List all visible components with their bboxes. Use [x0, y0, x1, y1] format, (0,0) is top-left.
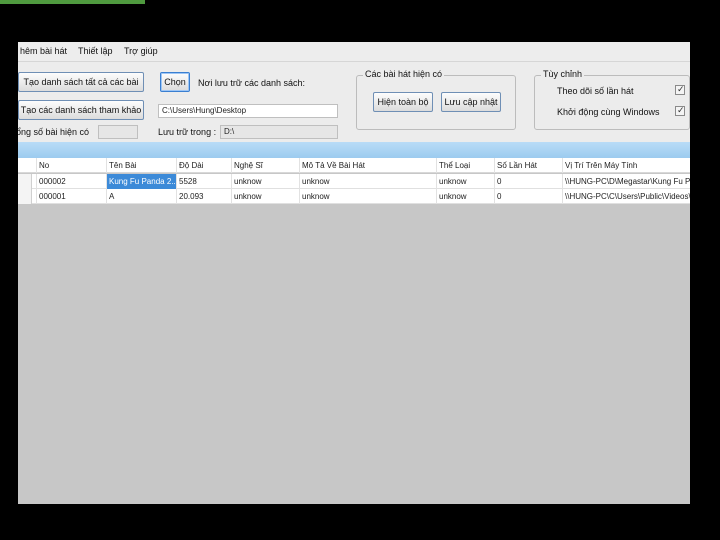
column-header[interactable]: Mô Tả Về Bài Hát: [299, 158, 436, 173]
startup-checkbox[interactable]: [675, 105, 685, 116]
cell-length[interactable]: 5528: [176, 174, 231, 189]
cell-play-count[interactable]: 0: [494, 174, 562, 189]
cell-no[interactable]: 000002: [36, 174, 106, 189]
cell-genre[interactable]: unknow: [436, 189, 494, 204]
grid-caption-strip: [18, 142, 690, 158]
menu-bar: hêm bài hát Thiết lập Trợ giúp: [18, 42, 690, 62]
app-window: hêm bài hát Thiết lập Trợ giúp Tạo danh …: [18, 42, 690, 504]
songs-groupbox: Các bài hát hiện có Hiện toàn bộ Lưu cập…: [356, 69, 516, 130]
column-header[interactable]: Nghệ Sĩ: [231, 158, 299, 173]
cell-description[interactable]: unknow: [299, 189, 436, 204]
cell-play-count[interactable]: 0: [494, 189, 562, 204]
cell-location[interactable]: \\HUNG-PC\D\Megastar\Kung Fu Pa: [562, 174, 690, 189]
menu-settings[interactable]: Thiết lập: [78, 46, 113, 56]
column-header[interactable]: Độ Dài: [176, 158, 231, 173]
save-location-label: Nơi lưu trữ các danh sách:: [198, 78, 305, 88]
table-row[interactable]: 000001 A 20.093 unknow unknow unknow 0 \…: [18, 189, 690, 204]
total-songs-label: ổng số bài hiện có: [18, 127, 90, 137]
column-header[interactable]: Vị Trí Trên Máy Tính: [562, 158, 690, 173]
cell-no[interactable]: 000001: [36, 189, 106, 204]
startup-label: Khởi động cùng Windows: [557, 107, 660, 117]
row-header[interactable]: [18, 174, 32, 189]
cell-title[interactable]: Kung Fu Panda 2...: [106, 174, 176, 189]
column-header[interactable]: Tên Bài: [106, 158, 176, 173]
cell-artist[interactable]: unknow: [231, 174, 299, 189]
toolbar: Tạo danh sách tất cả các bài Chọn Nơi lư…: [18, 62, 690, 142]
total-songs-field: [98, 125, 138, 139]
top-accent-line: [0, 0, 145, 4]
menu-add-song[interactable]: hêm bài hát: [20, 46, 67, 56]
column-header[interactable]: No: [36, 158, 106, 173]
songs-group-title: Các bài hát hiện có: [363, 69, 445, 79]
cell-length[interactable]: 20.093: [176, 189, 231, 204]
cell-location[interactable]: \\HUNG-PC\C\Users\Public\Videos\S: [562, 189, 690, 204]
store-in-field: D:\: [220, 125, 338, 139]
row-header[interactable]: [18, 189, 32, 204]
cell-artist[interactable]: unknow: [231, 189, 299, 204]
save-update-button[interactable]: Lưu cập nhật: [441, 92, 501, 112]
create-reference-list-button[interactable]: Tạo các danh sách tham khảo: [18, 100, 144, 120]
track-count-label: Theo dõi số lần hát: [557, 86, 634, 96]
table-header-row: No Tên Bài Độ Dài Nghệ Sĩ Mô Tả Về Bài H…: [18, 158, 690, 173]
choose-button[interactable]: Chọn: [160, 72, 190, 92]
cell-genre[interactable]: unknow: [436, 174, 494, 189]
show-all-button[interactable]: Hiện toàn bộ: [373, 92, 433, 112]
cell-title[interactable]: A: [106, 189, 176, 204]
store-in-label: Lưu trữ trong :: [158, 127, 217, 137]
column-header[interactable]: Số Lần Hát: [494, 158, 562, 173]
create-all-list-button[interactable]: Tạo danh sách tất cả các bài: [18, 72, 144, 92]
menu-help[interactable]: Trợ giúp: [124, 46, 158, 56]
column-header[interactable]: Thể Loại: [436, 158, 494, 173]
track-count-checkbox[interactable]: [675, 84, 685, 95]
table-row[interactable]: 000002 Kung Fu Panda 2... 5528 unknow un…: [18, 174, 690, 189]
options-group-title: Tùy chỉnh: [541, 69, 585, 79]
options-groupbox: Tùy chỉnh Theo dõi số lần hát Khởi động …: [534, 69, 690, 130]
cell-description[interactable]: unknow: [299, 174, 436, 189]
save-path-input[interactable]: C:\Users\Hung\Desktop: [158, 104, 338, 118]
